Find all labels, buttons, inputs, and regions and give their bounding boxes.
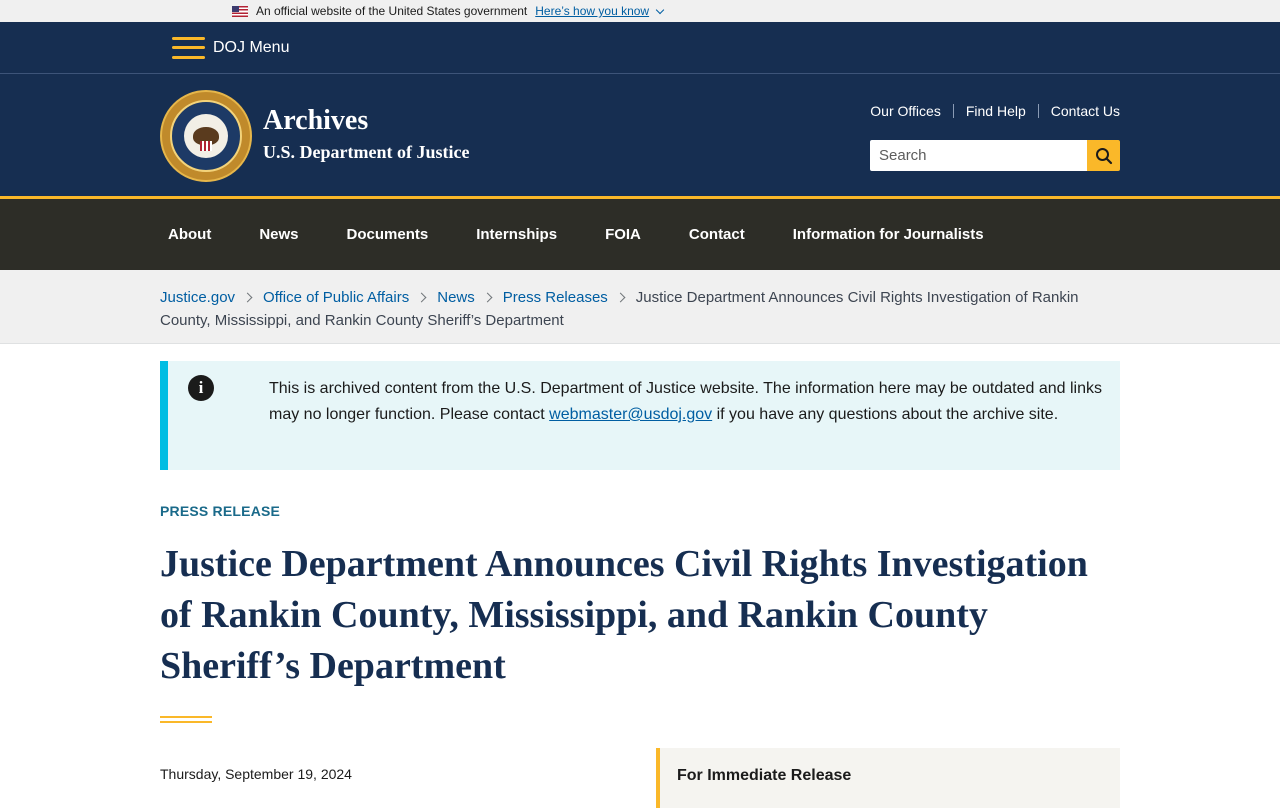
- nav-contact[interactable]: Contact: [665, 226, 769, 243]
- archive-alert: i This is archived content from the U.S.…: [160, 361, 1120, 470]
- page-title: Justice Department Announces Civil Right…: [160, 543, 1088, 687]
- breadcrumb-justice-gov[interactable]: Justice.gov: [160, 289, 235, 306]
- breadcrumb-news[interactable]: News: [437, 289, 475, 306]
- search-input[interactable]: [870, 140, 1087, 171]
- doj-menu-button[interactable]: DOJ Menu: [213, 39, 289, 57]
- doj-menu-bar: DOJ Menu: [0, 22, 1280, 74]
- nav-documents[interactable]: Documents: [323, 226, 453, 243]
- release-date: Thursday, September 19, 2024: [160, 766, 352, 782]
- doj-seal-logo[interactable]: [160, 90, 252, 182]
- divider: [952, 104, 954, 118]
- site-title[interactable]: Archives: [263, 105, 368, 137]
- chevron-down-icon: [655, 5, 665, 14]
- nav-information-for-journalists[interactable]: Information for Journalists: [769, 226, 1008, 243]
- chevron-right-icon: [416, 292, 427, 303]
- our-offices-link[interactable]: Our Offices: [870, 103, 941, 119]
- breadcrumb-office-of-public-affairs[interactable]: Office of Public Affairs: [263, 289, 409, 306]
- press-release-label: PRESS RELEASE: [160, 503, 281, 519]
- site-header: Archives U.S. Department of Justice Our …: [0, 74, 1280, 199]
- nav-about[interactable]: About: [144, 226, 235, 243]
- nav-foia[interactable]: FOIA: [581, 226, 665, 243]
- eagle-icon: [193, 127, 219, 151]
- nav-news[interactable]: News: [235, 226, 322, 243]
- main-nav: About News Documents Internships FOIA Co…: [0, 199, 1280, 270]
- title-divider: [160, 716, 212, 723]
- chevron-right-icon: [615, 292, 626, 303]
- gov-banner-text: An official website of the United States…: [256, 4, 528, 18]
- divider: [1037, 104, 1039, 118]
- us-flag-icon: [232, 5, 248, 17]
- for-immediate-release-label: For Immediate Release: [677, 767, 852, 784]
- breadcrumb: Justice.gov Office of Public Affairs News P…: [0, 270, 1280, 344]
- chevron-right-icon: [242, 292, 253, 303]
- heres-how-you-know-link[interactable]: Here’s how you know: [535, 4, 665, 18]
- search-icon: [1095, 147, 1112, 164]
- archive-alert-text: This is archived content from the U.S. D…: [269, 376, 1109, 428]
- site-subtitle[interactable]: U.S. Department of Justice: [263, 142, 469, 163]
- webmaster-email-link[interactable]: webmaster@usdoj.gov: [549, 406, 712, 423]
- nav-internships[interactable]: Internships: [452, 226, 581, 243]
- utility-links: Our Offices Find Help Contact Us: [870, 103, 1120, 119]
- contact-us-link[interactable]: Contact Us: [1051, 103, 1120, 119]
- release-info-box: For Immediate Release: [656, 748, 1120, 808]
- search-form: [870, 140, 1120, 171]
- hamburger-menu-icon[interactable]: [172, 36, 205, 59]
- breadcrumb-press-releases[interactable]: Press Releases: [503, 289, 608, 306]
- find-help-link[interactable]: Find Help: [966, 103, 1026, 119]
- search-button[interactable]: [1087, 140, 1120, 171]
- info-icon: i: [188, 375, 214, 401]
- chevron-right-icon: [482, 292, 493, 303]
- heres-how-you-know-label: Here’s how you know: [535, 4, 650, 18]
- gov-banner: An official website of the United States…: [0, 0, 1280, 22]
- alert-text-after: if you have any questions about the arch…: [712, 406, 1059, 423]
